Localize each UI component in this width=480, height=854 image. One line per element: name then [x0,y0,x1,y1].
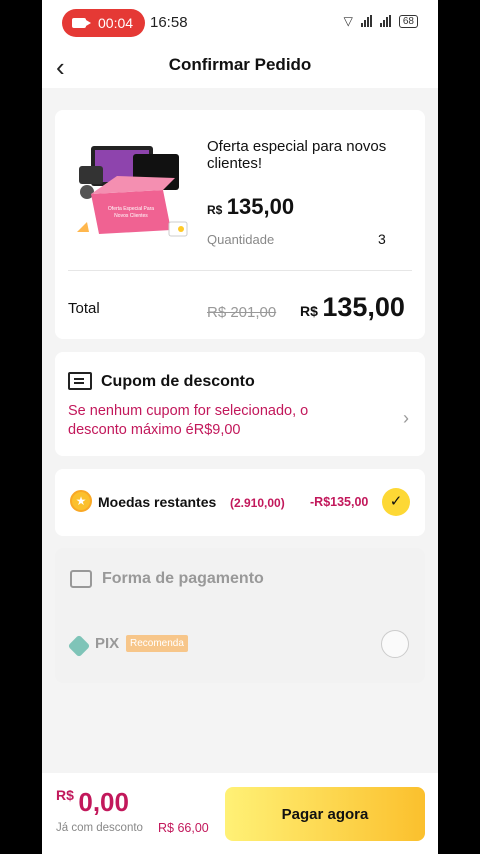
navigation-bar: ‹ Confirmar Pedido [42,44,438,88]
coin-icon: ★ [70,490,92,512]
divider [68,270,412,271]
phone-screen: 00:04 16:58 ▽ 68 ‹ Confirmar Pedido Ofer… [42,0,438,854]
coins-discount: -R$135,00 [310,495,369,509]
coupon-card[interactable]: Cupom de desconto Se nenhum cupom for se… [55,352,425,456]
product-image: Oferta Especial Para Novos Clientes [77,146,188,237]
svg-text:Oferta Especial Para: Oferta Especial Para [108,206,154,212]
battery-icon: 68 [398,14,418,28]
signal-icon-2 [379,15,391,27]
status-icons: ▽ 68 [344,14,418,28]
page-title: Confirmar Pedido [168,55,312,74]
final-price: R$ 0,00 [56,787,129,818]
payment-title: Forma de pagamento [102,570,264,587]
wifi-icon: ▽ [343,14,353,28]
pix-label: PIX [95,635,120,652]
coupon-description: Se nenhum cupom for selecionado, o desco… [68,403,309,438]
clock: 16:58 [150,14,188,31]
quantity-label: Quantidade [207,232,275,247]
product-title: Oferta especial para novos clientes! [207,138,387,172]
signal-icon [360,15,372,27]
coins-label: Moedas restantes [98,494,217,510]
pix-radio[interactable] [381,630,409,658]
order-summary-card: Oferta Especial Para Novos Clientes Ofer… [55,110,425,339]
original-price: R$ 201,00 [207,304,277,321]
ticket-icon [68,372,92,390]
coins-count: (2.910,00) [230,496,285,510]
svg-text:Novos Clientes: Novos Clientes [114,213,148,219]
total-value: 135,00 [322,292,405,322]
coins-card: ★ Moedas restantes (2.910,00) -R$135,00 … [55,469,425,536]
camera-icon [72,18,91,28]
coupon-title: Cupom de desconto [101,373,255,390]
product-price: R$ 135,00 [207,194,294,220]
pay-now-button[interactable]: Pagar agora [225,787,425,841]
chevron-right-icon[interactable]: › [403,408,409,429]
quantity-value: 3 [378,231,386,247]
total-currency: R$ [300,303,318,319]
record-time: 00:04 [98,15,134,31]
final-amount: 0,00 [78,787,129,817]
total-label: Total [68,300,100,317]
status-bar: 00:04 16:58 ▽ 68 [42,0,438,44]
payment-method-card: Forma de pagamento PIX Recomenda [55,548,425,683]
total-price: R$ 135,00 [300,292,405,323]
recommended-badge: Recomenda [126,635,188,652]
product-price-currency: R$ [207,203,223,217]
discount-value: R$ 66,00 [158,821,209,835]
screen-record-indicator[interactable]: 00:04 [62,9,145,37]
final-currency: R$ [56,787,74,803]
checkout-bar: R$ 0,00 Já com desconto R$ 66,00 Pagar a… [42,773,438,854]
coins-checkbox[interactable]: ✓ [382,488,410,516]
discount-label: Já com desconto [56,822,143,834]
product-price-value: 135,00 [226,194,295,219]
pix-icon [67,634,91,658]
wallet-icon [70,570,92,588]
